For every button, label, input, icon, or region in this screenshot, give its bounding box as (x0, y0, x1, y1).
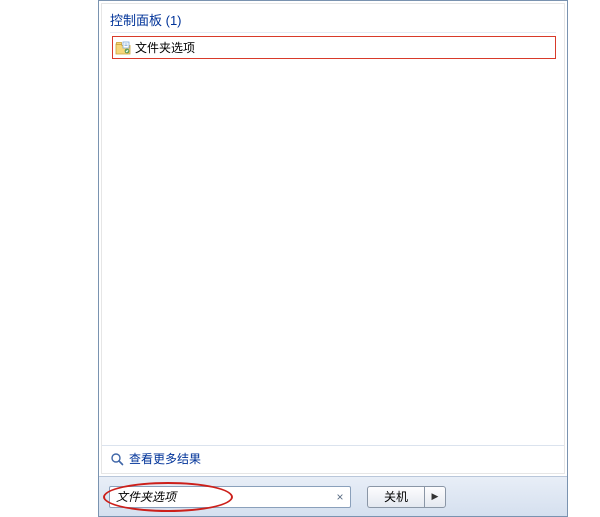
shutdown-menu-arrow[interactable]: ▶ (424, 486, 446, 508)
clear-search-icon[interactable]: × (333, 490, 347, 504)
shutdown-button[interactable]: 关机 (367, 486, 424, 508)
search-wrapper: × (109, 486, 351, 508)
search-icon (110, 452, 124, 466)
results-spacer (110, 59, 556, 445)
result-label: 文件夹选项 (135, 39, 195, 56)
search-input[interactable] (109, 486, 351, 508)
results-pane: 控制面板 (1) 文件夹选项 (101, 3, 565, 474)
group-header-control-panel: 控制面板 (1) (110, 8, 556, 33)
see-more-results[interactable]: 查看更多结果 (102, 445, 564, 473)
bottom-bar: × 关机 ▶ (99, 476, 567, 516)
result-folder-options[interactable]: 文件夹选项 (112, 36, 556, 59)
folder-options-icon (115, 40, 131, 56)
start-menu-search-window: 控制面板 (1) 文件夹选项 (98, 0, 568, 517)
shutdown-split-button: 关机 ▶ (367, 486, 446, 508)
see-more-label: 查看更多结果 (129, 450, 201, 467)
triangle-right-icon: ▶ (432, 491, 439, 502)
